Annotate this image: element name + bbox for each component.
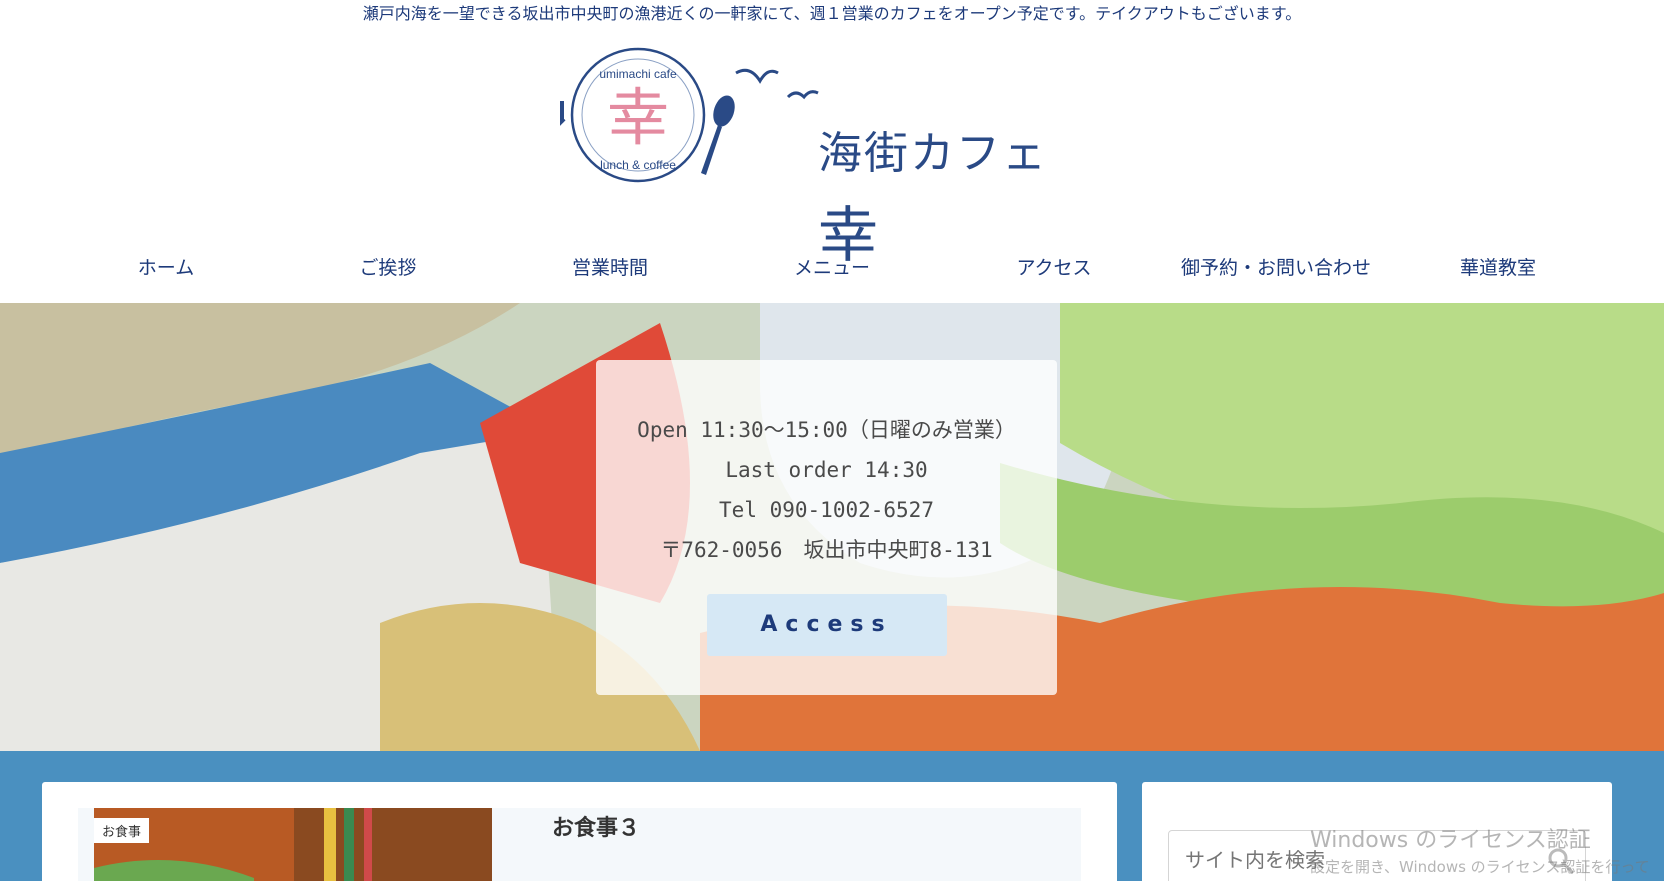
post-title[interactable]: お食事３ bbox=[552, 810, 640, 842]
logo-emblem-kanji: 幸 bbox=[607, 81, 669, 154]
main-content-card: お食事 お食事３ bbox=[42, 782, 1117, 881]
logo-emblem-top-text: umimachi cafe bbox=[599, 67, 677, 81]
last-order: Last order 14:30 bbox=[725, 458, 928, 482]
nav-item-reservation[interactable]: 御予約・お問い合わせ bbox=[1166, 253, 1386, 280]
main-nav: ホーム ご挨拶 営業時間 メニュー アクセス 御予約・お問い合わせ 華道教室 bbox=[0, 232, 1664, 300]
post-card[interactable]: お食事 お食事３ bbox=[78, 808, 1081, 881]
nav-item-menu[interactable]: メニュー bbox=[722, 253, 942, 280]
nav-item-flower-class[interactable]: 華道教室 bbox=[1388, 253, 1608, 280]
post-category-badge[interactable]: お食事 bbox=[94, 818, 150, 843]
nav-item-hours[interactable]: 営業時間 bbox=[500, 253, 720, 280]
nav-item-greeting[interactable]: ご挨拶 bbox=[278, 253, 498, 280]
windows-activation-subtitle: 設定を開き、Windows のライセンス認証を行って bbox=[1310, 858, 1650, 876]
logo-name: 海街カフェ bbox=[818, 128, 1048, 179]
windows-activation-title: Windows のライセンス認証 bbox=[1310, 828, 1591, 853]
site-logo[interactable]: umimachi cafe lunch & coffee 幸 海街カフェ幸 bbox=[542, 45, 1100, 271]
address: 〒762-0056 坂出市中央町8-131 bbox=[660, 538, 993, 562]
logo-emblem-bottom-text: lunch & coffee bbox=[600, 158, 676, 172]
site-tagline: 瀬戸内海を一望できる坂出市中央町の漁港近くの一軒家にて、週１営業のカフェをオープ… bbox=[362, 4, 1302, 23]
phone-number[interactable]: Tel 090-1002-6527 bbox=[596, 490, 1057, 530]
post-thumbnail[interactable] bbox=[94, 808, 492, 881]
post-thumbnail-image bbox=[94, 808, 492, 881]
nav-item-access[interactable]: アクセス bbox=[944, 253, 1164, 280]
nav-item-home[interactable]: ホーム bbox=[56, 253, 276, 280]
access-button[interactable]: Access bbox=[706, 594, 947, 656]
opening-hours: Open 11:30〜15:00（日曜のみ営業） bbox=[637, 418, 1016, 442]
info-card: Open 11:30〜15:00（日曜のみ営業） Last order 14:3… bbox=[596, 360, 1057, 695]
